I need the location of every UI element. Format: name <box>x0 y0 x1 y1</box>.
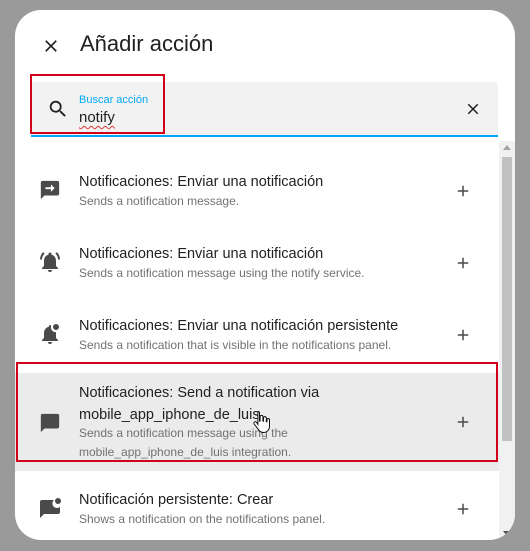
message-badge-icon <box>37 495 63 521</box>
plus-icon <box>457 416 469 428</box>
add-button[interactable] <box>451 323 475 347</box>
item-subtitle: Sends a notification that is visible in … <box>79 338 392 352</box>
item-title: Notificaciones: Enviar una notificación <box>79 174 324 190</box>
plus-icon <box>457 503 469 515</box>
list-item[interactable]: Notificaciones: Enviar una notificación … <box>15 297 501 369</box>
search-input[interactable]: notify <box>79 109 115 126</box>
hand-cursor-icon <box>253 411 270 434</box>
scroll-up-arrow[interactable] <box>503 145 511 150</box>
plus-icon <box>457 185 469 197</box>
item-subtitle: Sends a notification message using the n… <box>79 266 365 280</box>
add-button[interactable] <box>451 251 475 275</box>
search-label: Buscar acción <box>79 94 149 106</box>
plus-icon <box>457 257 469 269</box>
add-action-dialog: Añadir acción Buscar acción notify Notif… <box>15 10 515 540</box>
item-subtitle: Sends a notification message. <box>79 194 240 208</box>
close-button[interactable] <box>37 32 65 60</box>
add-button[interactable] <box>451 179 475 203</box>
item-title: Notificaciones: Send a notification via … <box>79 385 320 423</box>
close-icon <box>467 103 479 115</box>
bell-ring-icon <box>37 249 63 275</box>
list-item[interactable]: Notificaciones: Enviar una notificación … <box>15 225 501 297</box>
search-icon <box>49 100 66 117</box>
message-arrow-icon <box>37 177 63 203</box>
dialog-title: Añadir acción <box>80 31 214 56</box>
scroll-thumb[interactable] <box>502 157 512 441</box>
add-button[interactable] <box>451 497 475 521</box>
dialog-header: Añadir acción <box>15 10 515 78</box>
item-title: Notificaciones: Enviar una notificación <box>79 246 324 262</box>
message-icon <box>37 410 63 436</box>
search-field[interactable]: Buscar acción notify <box>31 82 498 137</box>
item-title: Notificación persistente: Crear <box>79 492 274 508</box>
close-icon <box>45 40 57 52</box>
action-list: Notificaciones: Enviar una notificación … <box>15 141 501 540</box>
clear-search-button[interactable] <box>460 96 486 122</box>
list-item[interactable]: Notificación persistente: Crear Shows a … <box>15 471 501 540</box>
list-item[interactable]: Notificaciones: Enviar una notificación … <box>15 141 501 213</box>
item-title: Notificaciones: Enviar una notificación … <box>79 318 399 334</box>
scroll-down-arrow[interactable] <box>503 531 511 536</box>
item-subtitle: Shows a notification on the notification… <box>79 512 326 526</box>
item-subtitle: Sends a notification message using the m… <box>79 426 292 459</box>
bell-badge-icon <box>37 321 63 347</box>
add-button[interactable] <box>451 410 475 434</box>
list-scrollbar[interactable] <box>499 141 515 540</box>
plus-icon <box>457 329 469 341</box>
